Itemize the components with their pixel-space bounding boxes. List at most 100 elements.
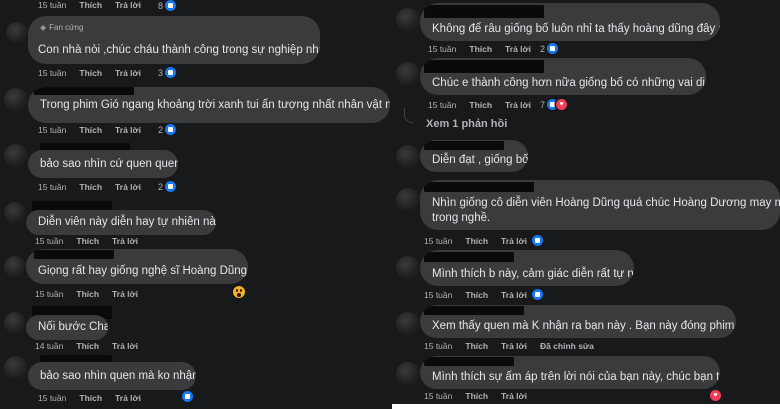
avatar[interactable] — [396, 8, 420, 32]
reaction-count[interactable] — [180, 391, 193, 402]
like-link[interactable]: Thích — [79, 0, 102, 10]
reply-link[interactable]: Trả lời — [112, 289, 138, 299]
like-reaction-icon — [532, 235, 543, 246]
comment-bubble: Không để râu giống bố luôn nhỉ ta thấy h… — [420, 3, 720, 41]
like-link[interactable]: Thích — [76, 289, 99, 299]
reply-link[interactable]: Trả lời — [505, 100, 531, 110]
like-link[interactable]: Thích — [469, 44, 492, 54]
like-link[interactable]: Thích — [79, 125, 102, 135]
avatar[interactable] — [4, 356, 28, 380]
reaction-count[interactable]: 3 — [158, 67, 177, 78]
comment-actions: 15 tuần Thích Trả lời — [35, 236, 151, 246]
like-link[interactable]: Thích — [465, 391, 488, 401]
comment-text-line-1: Nhìn giống cô diễn viên Hoàng Dũng quá c… — [432, 197, 780, 209]
comment-time: 15 tuần — [35, 236, 64, 246]
comment-actions: 15 tuần Thích Trả lời — [424, 236, 540, 246]
comment-text: Chúc e thành công hơn nữa giống bố có nh… — [432, 77, 706, 89]
wow-emoji-icon — [233, 286, 245, 298]
reaction-count[interactable]: 8 — [158, 0, 177, 11]
reply-link[interactable]: Trả lời — [115, 0, 141, 10]
redacted-name — [34, 87, 134, 95]
avatar[interactable] — [4, 202, 26, 224]
reply-link[interactable]: Trả lời — [501, 290, 527, 300]
like-link[interactable]: Thích — [469, 100, 492, 110]
reply-link[interactable]: Trả lời — [112, 341, 138, 351]
avatar[interactable] — [396, 312, 420, 336]
reply-link[interactable]: Trả lời — [505, 44, 531, 54]
reply-link[interactable]: Trả lời — [501, 391, 527, 401]
comment-time: 15 tuần — [38, 0, 67, 10]
like-link[interactable]: Thích — [79, 68, 102, 78]
fan-badge: ◈ Fan cứng — [40, 23, 84, 32]
like-link[interactable]: Thích — [79, 393, 102, 403]
like-link[interactable]: Thích — [465, 341, 488, 351]
comment-time: 15 tuần — [38, 125, 67, 135]
reaction-count[interactable]: 7 ♥ — [540, 99, 568, 110]
view-replies-link[interactable]: Xem 1 phản hồi — [426, 118, 507, 130]
like-link[interactable]: Thích — [465, 236, 488, 246]
avatar[interactable] — [396, 188, 420, 212]
comment-time: 15 tuần — [428, 44, 457, 54]
reply-link[interactable]: Trả lời — [115, 182, 141, 192]
like-link[interactable]: Thích — [76, 236, 99, 246]
avatar[interactable] — [396, 145, 420, 169]
avatar[interactable] — [396, 256, 420, 280]
comment-bubble: Xem thấy quen mà K nhận ra bạn này . Bạn… — [420, 305, 736, 338]
avatar[interactable] — [4, 144, 28, 168]
reply-link[interactable]: Trả lời — [115, 68, 141, 78]
redacted-name — [424, 252, 514, 262]
avatar[interactable] — [396, 362, 420, 386]
reply-link[interactable]: Trả lời — [112, 236, 138, 246]
comment-time: 15 tuần — [424, 341, 453, 351]
wow-reaction[interactable] — [233, 286, 245, 298]
comment-text: Trong phim Gió ngang khoảng trời xanh tu… — [40, 99, 390, 111]
heart-reaction-icon: ♥ — [710, 390, 721, 401]
reaction-number: 2 — [540, 43, 546, 54]
avatar[interactable] — [4, 312, 26, 334]
comment-time: 15 tuần — [35, 289, 64, 299]
reaction-number: 3 — [158, 67, 164, 78]
comment-bubble: Diễn đạt , giống bố — [420, 140, 528, 172]
comment-text: Nối bước Cha — [38, 321, 108, 333]
avatar[interactable] — [4, 88, 28, 112]
reply-link[interactable]: Trả lời — [115, 125, 141, 135]
reply-link[interactable]: Trả lời — [501, 236, 527, 246]
comment-bubble: Nhìn giống cô diễn viên Hoàng Dũng quá c… — [420, 180, 780, 230]
comment-time: 15 tuần — [428, 100, 457, 110]
comment-text: Giọng rất hay giống nghệ sĩ Hoàng Dũng q… — [38, 265, 248, 277]
comment-bubble: Giọng rất hay giống nghệ sĩ Hoàng Dũng q… — [26, 249, 248, 284]
like-reaction-icon — [165, 181, 177, 192]
like-reaction-icon — [532, 289, 543, 300]
redacted-name — [424, 182, 534, 192]
reply-link[interactable]: Trả lời — [115, 393, 141, 403]
like-link[interactable]: Thích — [79, 182, 102, 192]
redacted-name — [424, 5, 544, 18]
reaction-count[interactable]: 2 — [158, 124, 177, 135]
like-reaction-icon — [165, 67, 177, 78]
redacted-name — [424, 141, 504, 150]
comment-time: 15 tuần — [424, 391, 453, 401]
reaction-count[interactable]: 2 — [540, 43, 559, 54]
avatar[interactable] — [396, 62, 420, 86]
heart-reaction-icon: ♥ — [556, 99, 568, 110]
avatar[interactable] — [6, 22, 28, 44]
reaction-count[interactable]: 2 — [158, 181, 177, 192]
comment-text: Con nhà nòi ,chúc cháu thành công trong … — [38, 44, 320, 56]
reply-link[interactable]: Trả lời — [501, 341, 527, 351]
comment-text: Mình thích sự ấm áp trên lời nói của bạn… — [432, 371, 720, 383]
reaction-count[interactable] — [530, 235, 543, 246]
like-link[interactable]: Thích — [76, 341, 99, 351]
like-link[interactable]: Thích — [465, 290, 488, 300]
reaction-number: 7 — [540, 99, 546, 110]
reaction-count[interactable] — [530, 289, 543, 300]
like-reaction-icon — [182, 391, 193, 402]
thread-connector — [404, 108, 413, 123]
comment-bubble: Mình thích sự ấm áp trên lời nói của bạn… — [420, 356, 720, 389]
comment-time: 15 tuần — [424, 290, 453, 300]
like-reaction-icon — [165, 0, 177, 11]
comment-time: 15 tuần — [38, 182, 67, 192]
avatar[interactable] — [4, 256, 26, 278]
comment-time: 15 tuần — [38, 393, 67, 403]
comment-actions: 15 tuần Thích Trả lời — [38, 125, 154, 135]
reaction-count[interactable]: ♥ — [710, 390, 721, 401]
